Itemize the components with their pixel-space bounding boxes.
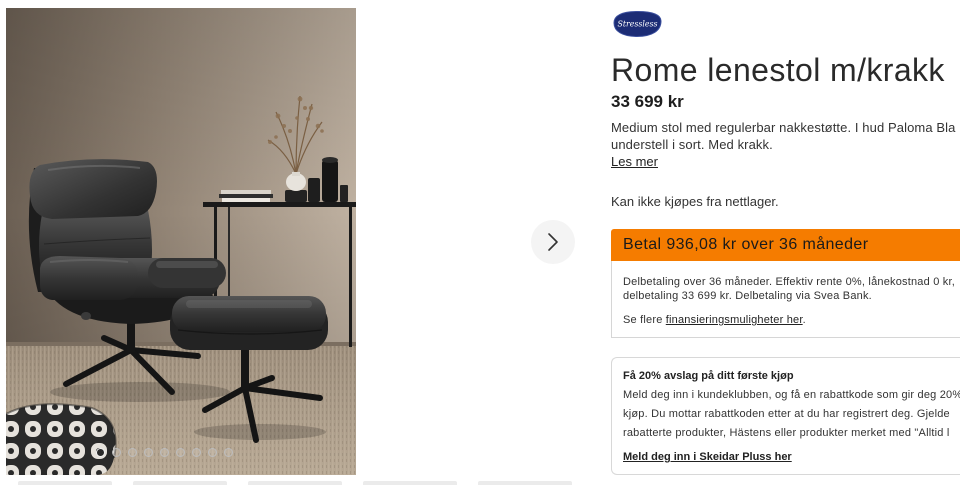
gallery-thumbnail[interactable] [18,481,112,485]
read-more-link[interactable]: Les mer [611,153,658,170]
gallery-thumbnail[interactable] [363,481,457,485]
gallery-thumbnail[interactable] [248,481,342,485]
gallery-thumbnail[interactable] [133,481,227,485]
carousel-dot-active[interactable] [96,448,105,457]
product-info: Stressless Rome lenestol m/krakk 33 699 … [611,0,960,486]
financing-more-text: Se flere finansieringsmuligheter her. [623,313,960,327]
financing-details: Delbetaling over 36 måneder. Effektiv re… [611,261,960,338]
club-offer-line: Meld deg inn i kundeklubben, og få en ra… [623,389,960,401]
description-line: understell i sort. Med krakk. [611,137,773,152]
financing-detail-line: Delbetaling over 36 måneder. Effektiv re… [623,276,955,288]
club-offer-heading: Få 20% avslag på ditt første kjøp [623,370,794,382]
stressless-logo[interactable]: Stressless [611,10,664,38]
chevron-right-icon [548,233,558,251]
gallery-thumbnail[interactable] [478,481,572,485]
financing-more-prefix: Se flere [623,314,666,326]
carousel-dot[interactable] [144,448,153,457]
product-photo [6,8,356,475]
carousel-dot[interactable] [176,448,185,457]
financing-more-suffix: . [802,314,806,326]
club-offer-box: Få 20% avslag på ditt første kjøp Meld d… [611,357,960,475]
financing-options-link[interactable]: finansieringsmuligheter her [666,314,803,326]
carousel-dot[interactable] [224,448,233,457]
patterned-cushion [6,403,117,475]
gallery-next-button[interactable] [531,220,575,264]
product-image[interactable] [6,8,356,475]
product-price: 33 699 kr [611,92,684,111]
product-title: Rome lenestol m/krakk [611,52,945,88]
availability-notice: Kan ikke kjøpes fra nettlager. [611,194,779,209]
financing-headline: Betal 936,08 kr over 36 måneder [611,229,960,261]
carousel-dot[interactable] [160,448,169,457]
financing-box: Betal 936,08 kr over 36 måneder Delbetal… [611,229,960,338]
carousel-dot[interactable] [112,448,121,457]
table-books [219,190,273,202]
logo-wordmark: Stressless [618,20,658,29]
description-line: Medium stol med regulerbar nakkestøtte. … [611,120,956,135]
club-offer-text: Meld deg inn i kundeklubben, og få en ra… [623,386,960,443]
carousel-dot[interactable] [192,448,201,457]
club-offer-line: rabatterte produkter, Hästens eller prod… [623,427,950,439]
financing-detail-line: delbetaling 33 699 kr. Delbetaling via S… [623,290,872,302]
carousel-dot[interactable] [208,448,217,457]
carousel-dots [96,448,233,457]
club-offer-line: kjøp. Du mottar rabattkoden etter at du … [623,408,950,420]
join-club-link[interactable]: Meld deg inn i Skeidar Pluss her [623,450,792,464]
carousel-dot[interactable] [128,448,137,457]
product-description: Medium stol med regulerbar nakkestøtte. … [611,119,960,153]
